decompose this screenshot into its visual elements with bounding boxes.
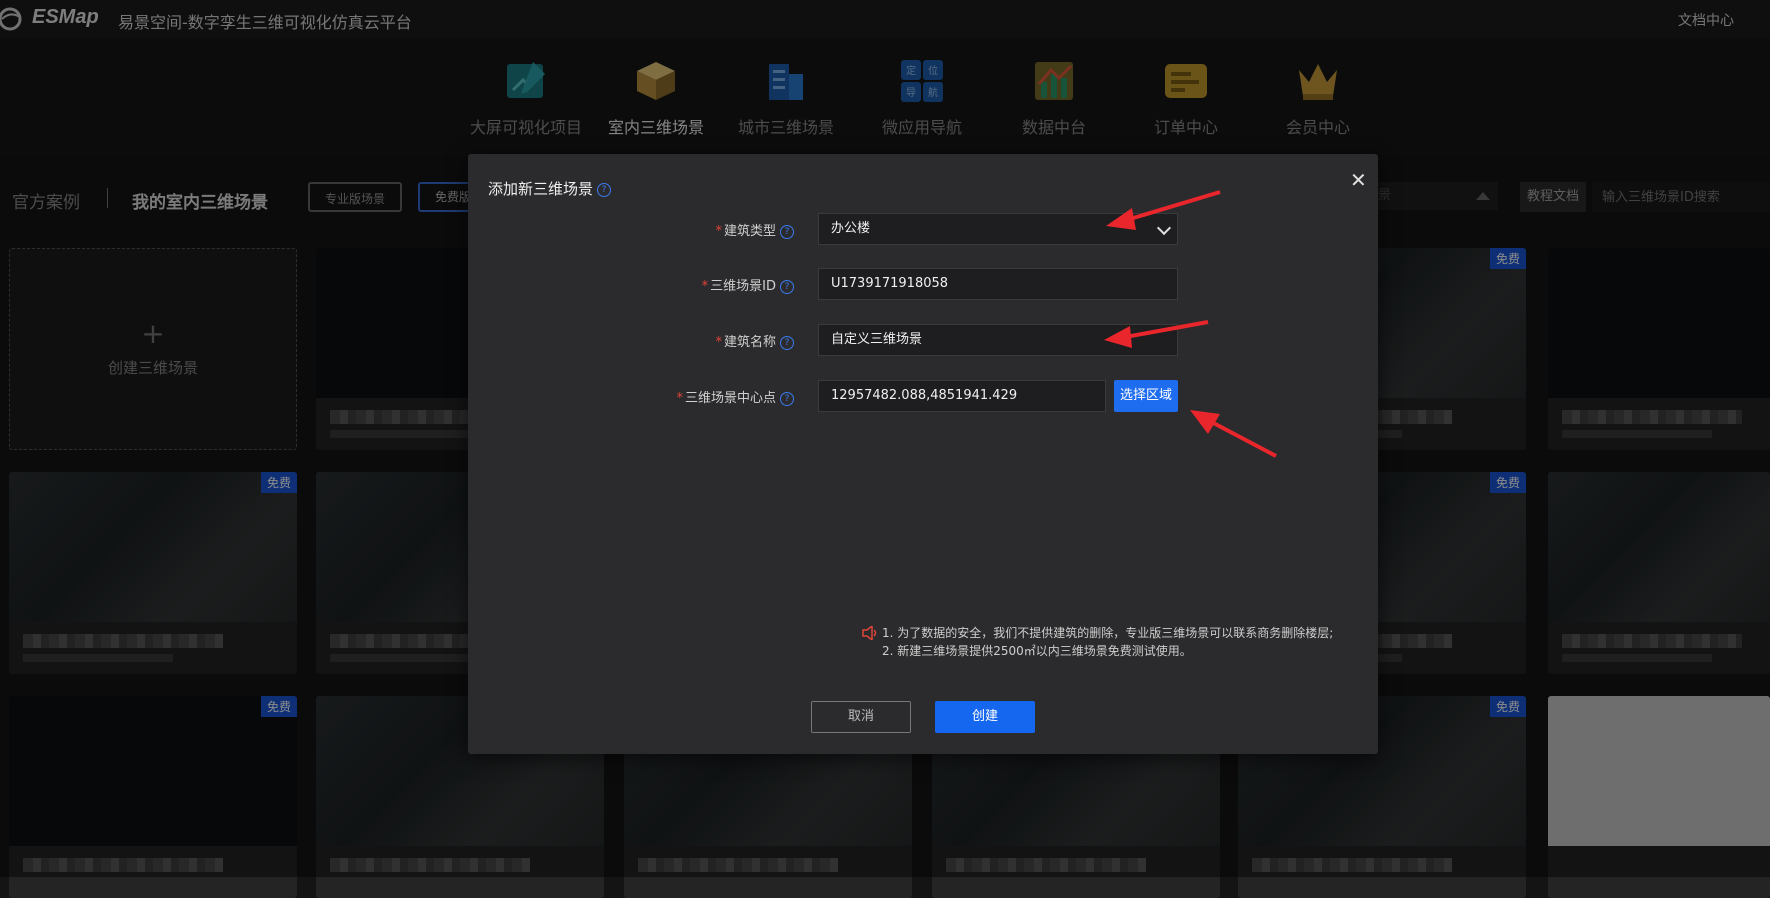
- form-row-center-point: * 三维场景中心点? 12957482.088,4851941.429 选择区域: [468, 380, 1378, 412]
- form-row-building-type: * 建筑类型? 办公楼: [468, 213, 1378, 245]
- scene-id-label: * 三维场景ID?: [702, 275, 794, 294]
- cancel-button[interactable]: 取消: [811, 701, 911, 733]
- form-row-building-name: * 建筑名称? 自定义三维场景: [468, 324, 1378, 356]
- help-icon[interactable]: ?: [780, 391, 794, 406]
- add-scene-dialog: 添加新三维场景? ✕ * 建筑类型? 办公楼 * 三维场景ID? U17391719…: [468, 154, 1378, 754]
- chevron-down-icon: [1156, 220, 1172, 236]
- notice-text: 1. 为了数据的安全，我们不提供建筑的删除，专业版三维场景可以联系商务删除楼层;…: [862, 624, 1334, 660]
- building-name-label: * 建筑名称?: [715, 331, 794, 350]
- center-point-field[interactable]: 12957482.088,4851941.429: [818, 380, 1106, 412]
- help-icon[interactable]: ?: [780, 224, 794, 239]
- form-row-scene-id: * 三维场景ID? U1739171918058: [468, 268, 1378, 300]
- create-button[interactable]: 创建: [935, 701, 1035, 733]
- building-type-value: 办公楼: [831, 221, 871, 236]
- help-icon[interactable]: ?: [597, 182, 612, 197]
- speaker-icon: [862, 626, 877, 640]
- notice-line-2: 2. 新建三维场景提供2500㎡以内三维场景免费测试使用。: [882, 644, 1192, 658]
- help-icon[interactable]: ?: [780, 335, 794, 350]
- dialog-title: 添加新三维场景?: [488, 178, 612, 199]
- notice-line-1: 1. 为了数据的安全，我们不提供建筑的删除，专业版三维场景可以联系商务删除楼层;: [882, 626, 1334, 640]
- help-icon[interactable]: ?: [780, 279, 794, 294]
- scene-id-field[interactable]: U1739171918058: [818, 268, 1178, 300]
- building-type-label: * 建筑类型?: [715, 220, 794, 239]
- building-type-select[interactable]: 办公楼: [818, 213, 1178, 245]
- dialog-title-text: 添加新三维场景: [488, 180, 594, 198]
- building-name-field[interactable]: 自定义三维场景: [818, 324, 1178, 356]
- center-point-label: * 三维场景中心点?: [676, 387, 794, 406]
- close-icon[interactable]: ✕: [1350, 168, 1367, 192]
- select-region-button[interactable]: 选择区域: [1114, 380, 1178, 412]
